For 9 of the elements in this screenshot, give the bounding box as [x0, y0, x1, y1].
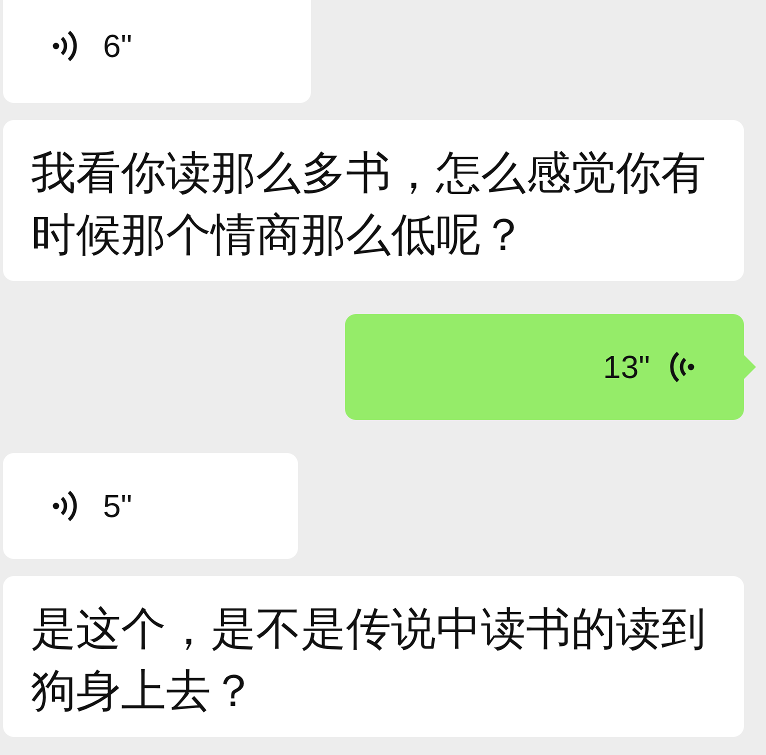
voice-message-bubble[interactable]: 6": [3, 0, 311, 103]
voice-message-bubble[interactable]: 13": [345, 314, 744, 420]
voice-duration: 6": [103, 26, 132, 66]
message-bubble: 是这个，是不是传说中读书的读到狗身上去？: [3, 576, 744, 737]
voice-message-bubble[interactable]: 5": [3, 453, 298, 559]
voice-duration: 13": [603, 348, 650, 387]
voice-duration: 5": [103, 487, 132, 526]
message-bubble: 我看你读那么多书，怎么感觉你有时候那个情商那么低呢？: [3, 120, 744, 281]
bubble-tail: [744, 355, 756, 379]
